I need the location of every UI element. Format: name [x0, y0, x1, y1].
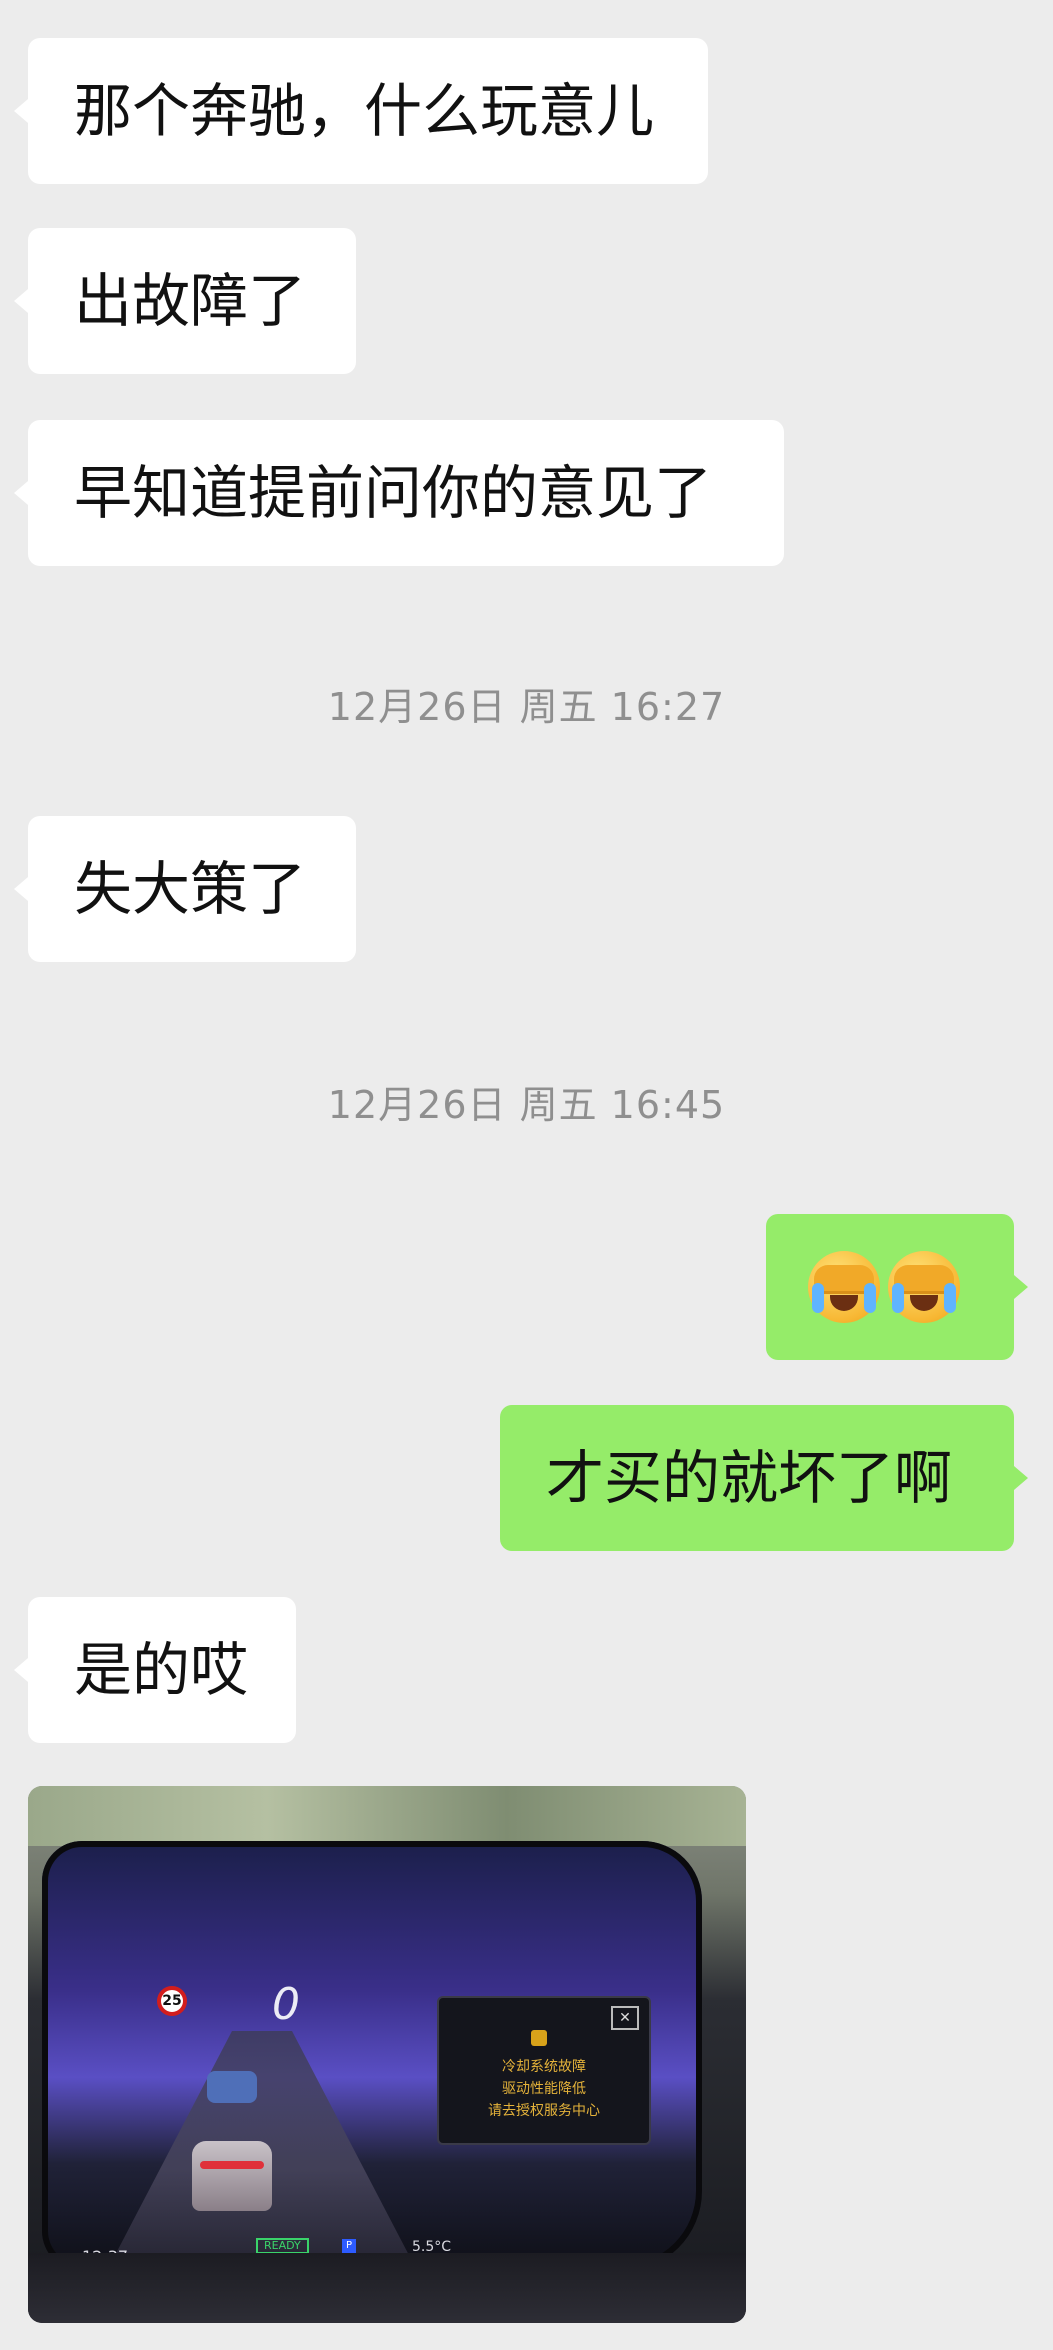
close-icon: ✕: [611, 2006, 639, 2030]
crying-face-emoji: [808, 1251, 880, 1323]
bubble-tail: [14, 1658, 28, 1682]
lead-car-graphic: [207, 2071, 257, 2103]
bubble-tail: [14, 99, 28, 123]
message-text: 失大策了: [74, 855, 307, 923]
timestamp: 12月26日 周五 16:45: [327, 1083, 726, 1127]
message-bubble-incoming[interactable]: 那个奔驰，什么玩意儿: [28, 38, 708, 184]
warning-line: 请去授权服务中心: [488, 2103, 600, 2119]
gear-indicator: P: [342, 2239, 356, 2253]
bubble-tail: [14, 289, 28, 313]
message-text: 出故障了: [74, 267, 307, 335]
bubble-tail: [1014, 1466, 1028, 1490]
image-message[interactable]: 25 0 ✕ 冷却系统故障 驱动性能降低 请去授权服务中心 12:37 READ…: [28, 1786, 746, 2323]
message-bubble-incoming[interactable]: 是的哎: [28, 1597, 296, 1743]
timestamp: 12月26日 周五 16:27: [327, 685, 726, 729]
car-interior: [28, 2253, 746, 2323]
own-car-graphic: [192, 2141, 272, 2211]
message-bubble-incoming[interactable]: 出故障了: [28, 228, 356, 374]
message-text: 早知道提前问你的意见了: [74, 459, 713, 527]
crying-face-emoji: [888, 1251, 960, 1323]
speed-readout: 0: [272, 1979, 300, 2030]
message-bubble-incoming[interactable]: 失大策了: [28, 816, 356, 962]
bubble-tail: [1014, 1275, 1028, 1299]
message-text: 那个奔驰，什么玩意儿: [74, 77, 655, 145]
bubble-tail: [14, 481, 28, 505]
message-bubble-outgoing[interactable]: [766, 1214, 1014, 1360]
warning-line: 驱动性能降低: [502, 2081, 586, 2097]
speed-limit-sign: 25: [157, 1986, 187, 2016]
warning-popup: ✕ 冷却系统故障 驱动性能降低 请去授权服务中心: [437, 1996, 651, 2145]
message-bubble-outgoing[interactable]: 才买的就坏了啊: [500, 1405, 1014, 1551]
ready-indicator: READY: [256, 2238, 309, 2254]
message-text: 是的哎: [74, 1636, 249, 1704]
message-text: 才买的就坏了啊: [546, 1444, 953, 1512]
bubble-tail: [14, 877, 28, 901]
warning-line: 冷却系统故障: [502, 2059, 586, 2075]
photo-background: [28, 1786, 746, 1846]
coolant-warning-icon: [531, 2030, 547, 2046]
dashboard-screen: 25 0 ✕ 冷却系统故障 驱动性能降低 请去授权服务中心 12:37 READ…: [42, 1841, 702, 2271]
message-bubble-incoming[interactable]: 早知道提前问你的意见了: [28, 420, 784, 566]
